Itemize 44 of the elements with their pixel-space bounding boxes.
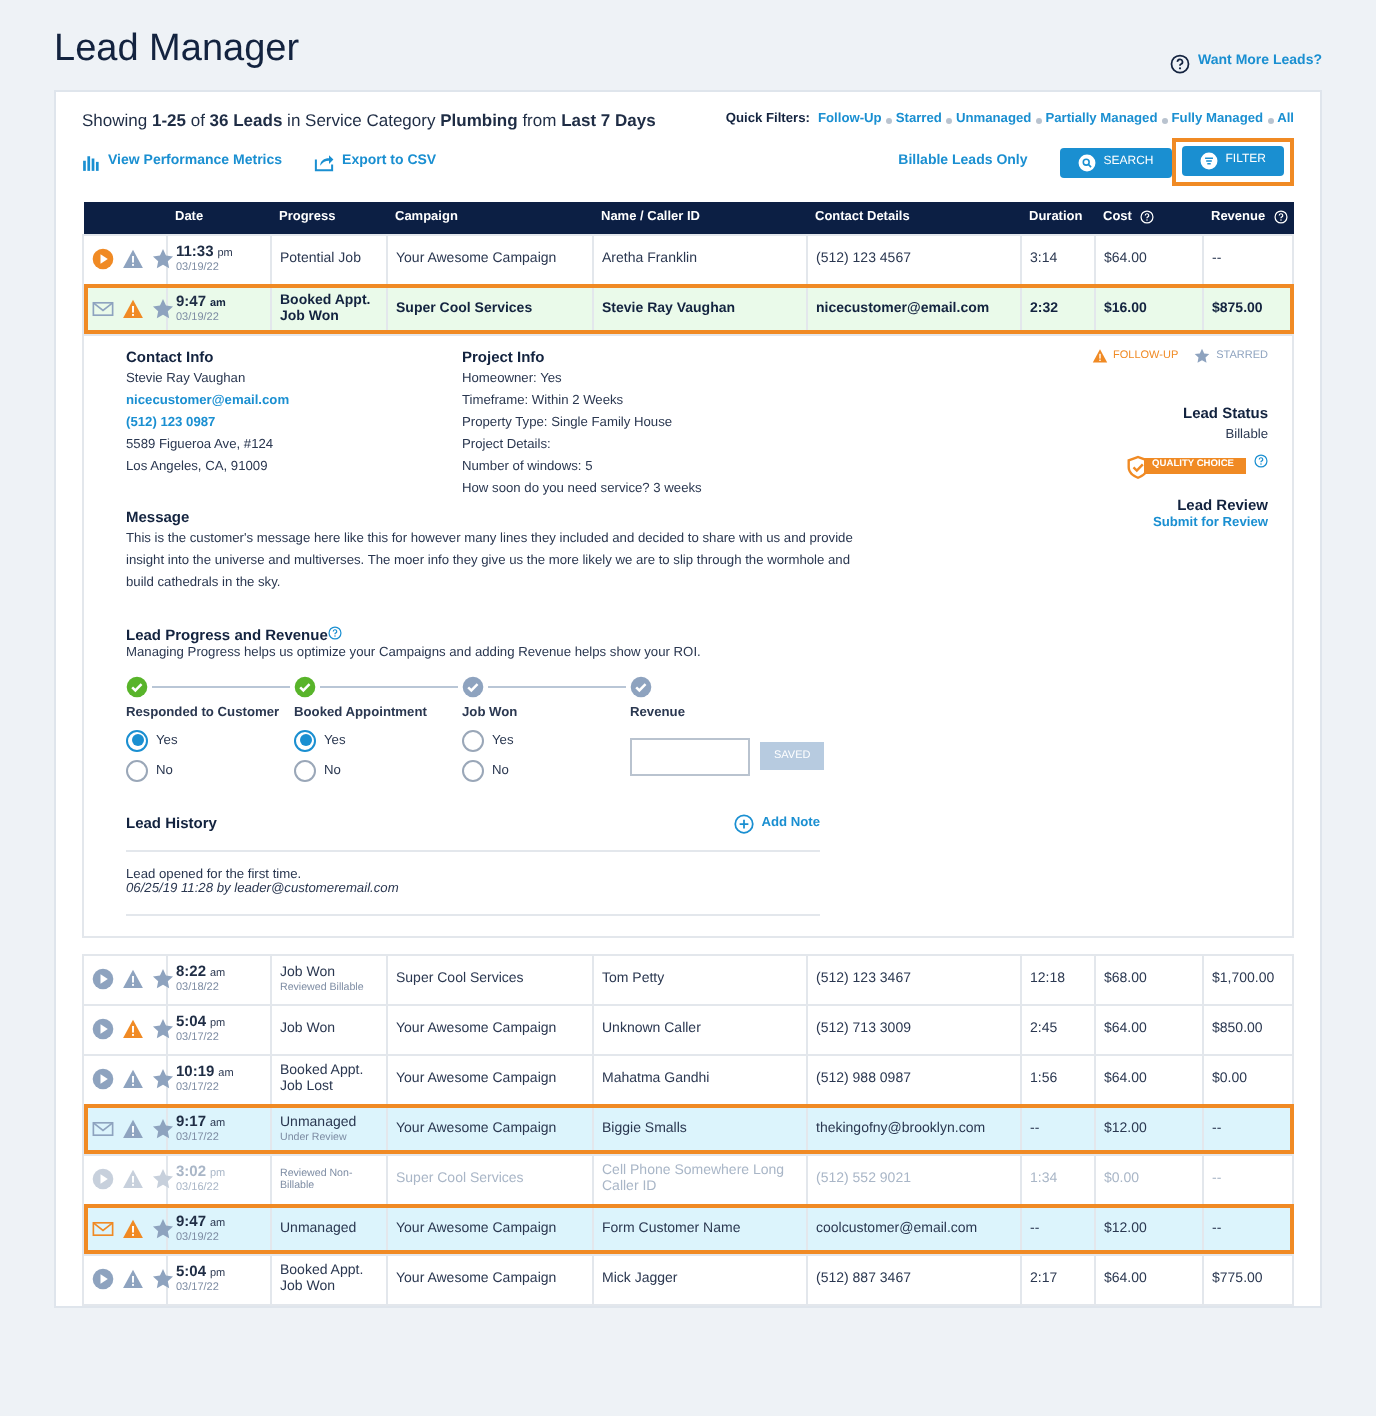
- radio-button[interactable]: [294, 729, 316, 752]
- star-icon[interactable]: [152, 968, 174, 991]
- mail-icon[interactable]: [92, 1218, 114, 1241]
- star-icon[interactable]: [152, 248, 174, 271]
- warning-icon[interactable]: [122, 1218, 144, 1241]
- radio-button[interactable]: [126, 759, 148, 782]
- mail-icon[interactable]: [92, 1118, 114, 1141]
- search-icon: [1077, 153, 1096, 172]
- warning-icon[interactable]: [122, 298, 144, 321]
- help-icon[interactable]: [1170, 53, 1191, 74]
- play-icon[interactable]: [92, 968, 114, 991]
- warning-icon[interactable]: [122, 1268, 144, 1291]
- radio-button[interactable]: [462, 729, 484, 752]
- play-icon[interactable]: [92, 1168, 114, 1191]
- page-title: Lead Manager: [54, 28, 300, 74]
- radio-button[interactable]: [126, 729, 148, 752]
- play-icon[interactable]: [92, 248, 114, 271]
- star-icon[interactable]: [152, 1018, 174, 1041]
- warning-icon[interactable]: [122, 248, 144, 271]
- revenue-field[interactable]: [630, 737, 750, 776]
- warning-icon[interactable]: [122, 1018, 144, 1041]
- star-icon[interactable]: [152, 1068, 174, 1091]
- star-icon[interactable]: [152, 1268, 174, 1291]
- add-icon: [733, 813, 754, 834]
- radio-button[interactable]: [294, 759, 316, 782]
- warning-icon[interactable]: [122, 1118, 144, 1141]
- play-icon[interactable]: [92, 1068, 114, 1091]
- filter-icon: [1199, 152, 1218, 171]
- star-icon[interactable]: [1194, 347, 1211, 364]
- star-icon[interactable]: [152, 1118, 174, 1141]
- radio-button[interactable]: [462, 759, 484, 782]
- star-icon[interactable]: [152, 1218, 174, 1241]
- results-summary: Showing 1-25 of 36 Leads in Service Category Plumbing from Last 7 Days: [82, 109, 656, 131]
- warning-icon[interactable]: [122, 968, 144, 991]
- export-icon: [314, 152, 335, 173]
- play-icon[interactable]: [92, 1268, 114, 1291]
- play-icon[interactable]: [92, 1018, 114, 1041]
- star-icon[interactable]: [152, 298, 174, 321]
- star-icon[interactable]: [152, 1168, 174, 1191]
- warning-icon[interactable]: [1091, 347, 1108, 364]
- warning-icon[interactable]: [122, 1068, 144, 1091]
- bar-chart-icon: [82, 153, 100, 172]
- warning-icon[interactable]: [122, 1168, 144, 1191]
- mail-icon[interactable]: [92, 298, 114, 321]
